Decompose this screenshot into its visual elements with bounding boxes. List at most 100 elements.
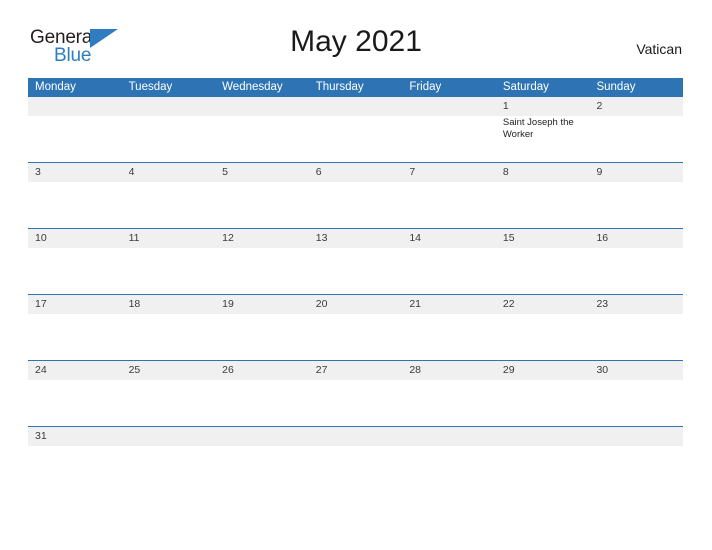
day-number[interactable]: 30 xyxy=(589,361,683,380)
day-number[interactable]: 11 xyxy=(122,229,216,248)
weekday-header-row: Monday Tuesday Wednesday Thursday Friday Satu… xyxy=(28,78,683,97)
day-number-empty xyxy=(309,427,403,446)
day-cell-empty xyxy=(28,314,122,360)
day-cell-empty xyxy=(589,182,683,228)
day-number[interactable]: 29 xyxy=(496,361,590,380)
calendar-week-row: 31 xyxy=(28,426,683,446)
day-number[interactable]: 28 xyxy=(402,361,496,380)
day-cell-empty xyxy=(589,380,683,426)
day-number-empty xyxy=(589,427,683,446)
day-number[interactable]: 19 xyxy=(215,295,309,314)
day-cell-empty xyxy=(215,380,309,426)
weekday-header-friday: Friday xyxy=(409,81,442,93)
calendar-week-row: 10 11 12 13 14 15 16 xyxy=(28,228,683,294)
page-title: May 2021 xyxy=(290,25,422,58)
day-number[interactable]: 27 xyxy=(309,361,403,380)
day-cell-empty xyxy=(496,182,590,228)
week-event-band xyxy=(28,314,683,360)
day-number[interactable]: 8 xyxy=(496,163,590,182)
day-cell-empty xyxy=(402,380,496,426)
day-cell-empty xyxy=(28,116,122,162)
day-number-empty xyxy=(402,97,496,116)
day-cell-empty xyxy=(215,248,309,294)
day-cell-empty xyxy=(309,314,403,360)
day-number[interactable]: 7 xyxy=(402,163,496,182)
weekday-header-monday: Monday xyxy=(35,81,76,93)
calendar-weeks: 1 2 Saint Joseph the Worker 3 4 5 6 7 8 9 10 11 12 13… xyxy=(28,97,683,446)
day-number[interactable]: 16 xyxy=(589,229,683,248)
week-date-band: 17 18 19 20 21 22 23 xyxy=(28,295,683,314)
week-event-band xyxy=(28,248,683,294)
day-cell-empty xyxy=(402,182,496,228)
day-cell-empty xyxy=(122,380,216,426)
day-number[interactable]: 5 xyxy=(215,163,309,182)
week-date-band: 3456789 xyxy=(28,163,683,182)
day-cell-empty xyxy=(402,248,496,294)
weekday-header-tuesday: Tuesday xyxy=(128,81,173,93)
day-number-empty xyxy=(122,427,216,446)
day-cell-empty xyxy=(122,314,216,360)
day-number[interactable]: 21 xyxy=(402,295,496,314)
day-number[interactable]: 20 xyxy=(309,295,403,314)
day-number[interactable]: 6 xyxy=(309,163,403,182)
day-number-empty xyxy=(309,97,403,116)
day-number[interactable]: 2 xyxy=(589,97,683,116)
weekday-header-thursday: Thursday xyxy=(315,81,364,93)
day-number[interactable]: 18 xyxy=(122,295,216,314)
day-cell-empty xyxy=(589,314,683,360)
day-number[interactable]: 12 xyxy=(215,229,309,248)
region-label: Vatican xyxy=(636,41,682,57)
weekday-header-saturday: Saturday xyxy=(502,81,549,93)
day-cell-empty xyxy=(402,314,496,360)
week-event-band xyxy=(28,182,683,228)
day-cell-empty xyxy=(496,314,590,360)
day-number[interactable]: 13 xyxy=(309,229,403,248)
calendar-week-row: 1 2 Saint Joseph the Worker xyxy=(28,97,683,162)
day-number[interactable]: 15 xyxy=(496,229,590,248)
calendar-week-row: 24 25 26 27 28 29 30 xyxy=(28,360,683,426)
day-number[interactable]: 9 xyxy=(589,163,683,182)
calendar-table: Monday Tuesday Wednesday Thursday Friday Satu… xyxy=(28,78,683,446)
day-cell-empty xyxy=(309,380,403,426)
week-date-band: 10 11 12 13 14 15 16 xyxy=(28,229,683,248)
day-number[interactable]: 25 xyxy=(122,361,216,380)
day-cell-empty xyxy=(28,248,122,294)
day-cell-empty xyxy=(122,182,216,228)
day-number[interactable]: 22 xyxy=(496,295,590,314)
day-number[interactable]: 24 xyxy=(28,361,122,380)
week-date-band: 12 xyxy=(28,97,683,116)
day-number[interactable]: 23 xyxy=(589,295,683,314)
calendar-week-row: 3456789 xyxy=(28,162,683,228)
day-cell-empty xyxy=(309,182,403,228)
day-cell-empty xyxy=(589,248,683,294)
day-cell-empty xyxy=(309,248,403,294)
day-number[interactable]: 31 xyxy=(28,427,122,446)
day-number[interactable]: 4 xyxy=(122,163,216,182)
day-cell-empty xyxy=(28,380,122,426)
week-date-band: 24 25 26 27 28 29 30 xyxy=(28,361,683,380)
day-number-empty xyxy=(28,97,122,116)
weekday-header-wednesday: Wednesday xyxy=(222,81,283,93)
page-header: General Blue May 2021 Vatican xyxy=(0,0,712,66)
day-event-label: Saint Joseph the Worker xyxy=(502,117,574,140)
week-date-band: 31 xyxy=(28,427,683,446)
day-cell-empty xyxy=(496,380,590,426)
day-number-empty xyxy=(215,97,309,116)
day-cell-empty xyxy=(215,314,309,360)
calendar-week-row: 17 18 19 20 21 22 23 xyxy=(28,294,683,360)
day-cell-empty xyxy=(215,182,309,228)
week-event-band xyxy=(28,380,683,426)
day-number[interactable]: 17 xyxy=(28,295,122,314)
day-number-empty xyxy=(215,427,309,446)
day-number[interactable]: 3 xyxy=(28,163,122,182)
day-number[interactable]: 14 xyxy=(402,229,496,248)
day-cell-empty xyxy=(122,248,216,294)
day-cell-empty xyxy=(589,116,683,162)
day-cell-empty xyxy=(122,116,216,162)
day-cell-empty xyxy=(309,116,403,162)
day-number[interactable]: 10 xyxy=(28,229,122,248)
day-number[interactable]: 1 xyxy=(496,97,590,116)
day-cell-empty xyxy=(215,116,309,162)
day-number[interactable]: 26 xyxy=(215,361,309,380)
day-cell-empty xyxy=(402,116,496,162)
